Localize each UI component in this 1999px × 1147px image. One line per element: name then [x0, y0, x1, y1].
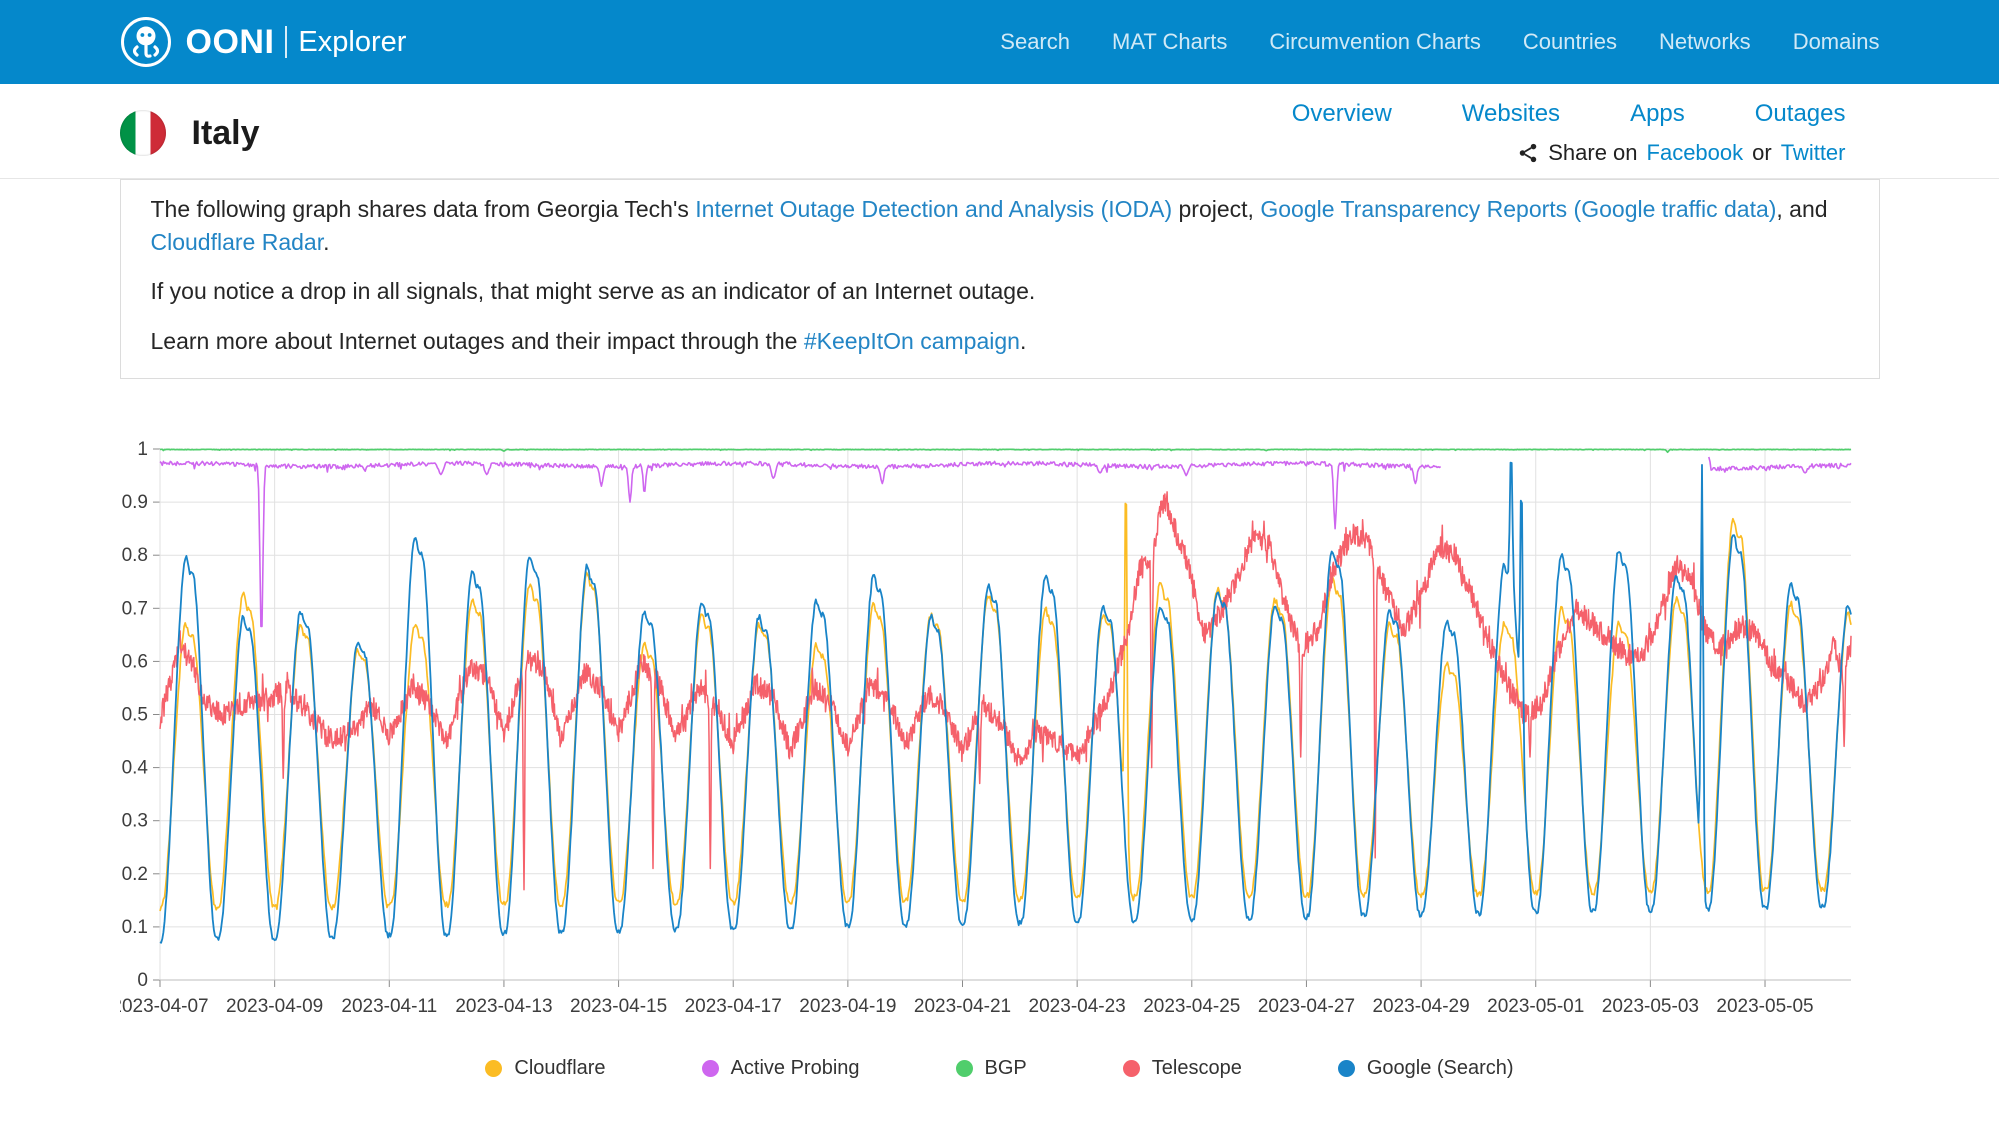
series-line-bgp — [160, 449, 1851, 452]
x-tick-label: 2023-04-29 — [1372, 996, 1469, 1017]
nav-link-networks[interactable]: Networks — [1659, 29, 1751, 55]
ooni-explorer-logo[interactable]: OONI Explorer — [120, 16, 407, 68]
y-tick-label: 0.5 — [121, 704, 147, 725]
outage-signals-chart: 0 0.1 0.2 0.3 0.4 0.5 0.6 0.7 0.8 0.9 1 2023-04-07 2… — [120, 419, 1880, 1031]
legend-label-cloudflare: Cloudflare — [514, 1057, 605, 1080]
tab-overview[interactable]: Overview — [1292, 100, 1392, 128]
outage-chart-section: 0 0.1 0.2 0.3 0.4 0.5 0.6 0.7 0.8 0.9 1 2023-04-07 2… — [120, 419, 1880, 1110]
y-tick-label: 1 — [137, 439, 148, 460]
info-paragraph-sources: The following graph shares data from Geo… — [151, 193, 1849, 258]
top-navbar: OONI Explorer Search MAT Charts Circumvent… — [0, 0, 1999, 84]
legend-dot-cloudflare — [485, 1060, 502, 1077]
x-tick-label: 2023-04-07 — [120, 996, 209, 1017]
legend-label-telescope: Telescope — [1152, 1057, 1242, 1080]
nav-link-mat-charts[interactable]: MAT Charts — [1112, 29, 1227, 55]
legend-dot-google-search — [1338, 1060, 1355, 1077]
nav-link-search[interactable]: Search — [1000, 29, 1070, 55]
y-tick-label: 0.7 — [121, 598, 147, 619]
legend-label-active-probing: Active Probing — [731, 1057, 860, 1080]
y-tick-label: 0.1 — [121, 917, 147, 938]
sources-link-1[interactable]: Internet Outage Detection and Analysis (… — [695, 196, 1172, 222]
info-paragraph-keepiton: Learn more about Internet outages and th… — [151, 325, 1849, 358]
y-tick-label: 0.2 — [121, 863, 147, 884]
nav-link-domains[interactable]: Domains — [1793, 29, 1880, 55]
brand-separator — [285, 26, 287, 58]
y-tick-label: 0.9 — [121, 492, 147, 513]
share-twitter-link[interactable]: Twitter — [1781, 140, 1846, 166]
ooni-octopus-icon — [120, 16, 172, 68]
share-facebook-link[interactable]: Facebook — [1647, 140, 1744, 166]
legend-item-telescope[interactable]: Telescope — [1123, 1057, 1242, 1080]
keepiton-text-2: . — [1020, 328, 1026, 354]
brand-product: Explorer — [298, 26, 406, 59]
keepiton-text-0: Learn more about Internet outages and th… — [151, 328, 804, 354]
x-tick-label: 2023-05-05 — [1716, 996, 1813, 1017]
x-tick-label: 2023-04-19 — [799, 996, 896, 1017]
share-icon — [1517, 142, 1539, 164]
legend-item-active-probing[interactable]: Active Probing — [702, 1057, 860, 1080]
legend-label-bgp: BGP — [985, 1057, 1027, 1080]
y-tick-label: 0 — [137, 970, 148, 991]
share-or: or — [1752, 140, 1772, 166]
page-title: Italy — [192, 114, 260, 153]
legend-dot-bgp — [956, 1060, 973, 1077]
series-line-google-search — [160, 462, 1851, 942]
y-tick-label: 0.6 — [121, 651, 147, 672]
nav-link-circumvention-charts[interactable]: Circumvention Charts — [1269, 29, 1481, 55]
x-tick-label: 2023-04-11 — [341, 996, 437, 1017]
x-tick-label: 2023-04-27 — [1257, 996, 1354, 1017]
keepiton-link-1[interactable]: #KeepItOn campaign — [804, 328, 1020, 354]
x-tick-label: 2023-04-23 — [1028, 996, 1125, 1017]
country-tabs: Overview Websites Apps Outages — [1292, 100, 1846, 128]
sources-text-6: . — [323, 229, 329, 255]
y-tick-label: 0.4 — [121, 757, 148, 778]
nav-link-countries[interactable]: Countries — [1523, 29, 1617, 55]
sources-link-3[interactable]: Google Transparency Reports (Google traf… — [1260, 196, 1776, 222]
legend-item-cloudflare[interactable]: Cloudflare — [485, 1057, 605, 1080]
ooni-explorer-page: OONI Explorer Search MAT Charts Circumvent… — [0, 0, 1999, 1147]
legend-label-google-search: Google (Search) — [1367, 1057, 1514, 1080]
y-tick-label: 0.3 — [121, 810, 147, 831]
info-paragraph-signals: If you notice a drop in all signals, tha… — [151, 275, 1849, 308]
x-tick-label: 2023-04-21 — [913, 996, 1010, 1017]
x-tick-label: 2023-04-17 — [684, 996, 781, 1017]
legend-item-google-search[interactable]: Google (Search) — [1338, 1057, 1514, 1080]
sources-link-5[interactable]: Cloudflare Radar — [151, 229, 324, 255]
nav-links: Search MAT Charts Circumvention Charts Coun… — [1000, 29, 1879, 55]
series-line-cloudflare — [160, 503, 1851, 911]
legend-dot-active-probing — [702, 1060, 719, 1077]
legend-item-bgp[interactable]: BGP — [956, 1057, 1027, 1080]
sources-text-4: , and — [1776, 196, 1827, 222]
x-tick-label: 2023-04-09 — [226, 996, 323, 1017]
brand-name: OONI — [186, 23, 275, 62]
x-tick-label: 2023-04-15 — [569, 996, 666, 1017]
x-tick-label: 2023-05-01 — [1487, 996, 1584, 1017]
outage-info-box: The following graph shares data from Geo… — [120, 179, 1880, 379]
x-tick-label: 2023-05-03 — [1601, 996, 1698, 1017]
share-prefix: Share on — [1548, 140, 1637, 166]
legend-dot-telescope — [1123, 1060, 1140, 1077]
country-header: Italy Overview Websites Apps Outages Share … — [0, 84, 1999, 179]
y-tick-label: 0.8 — [121, 545, 147, 566]
sources-text-2: project, — [1172, 196, 1260, 222]
share-row: Share on Facebook or Twitter — [1517, 140, 1845, 166]
tab-apps[interactable]: Apps — [1630, 100, 1685, 128]
italy-flag-icon — [120, 110, 166, 156]
x-tick-label: 2023-04-13 — [455, 996, 552, 1017]
series-line-telescope — [160, 492, 1851, 890]
sources-text-0: The following graph shares data from Geo… — [151, 196, 696, 222]
chart-legend: Cloudflare Active Probing BGP Telescope Goog… — [120, 1057, 1880, 1110]
x-tick-label: 2023-04-25 — [1143, 996, 1240, 1017]
tab-outages[interactable]: Outages — [1755, 100, 1846, 128]
main-content: The following graph shares data from Geo… — [120, 179, 1880, 1110]
tab-websites[interactable]: Websites — [1462, 100, 1560, 128]
